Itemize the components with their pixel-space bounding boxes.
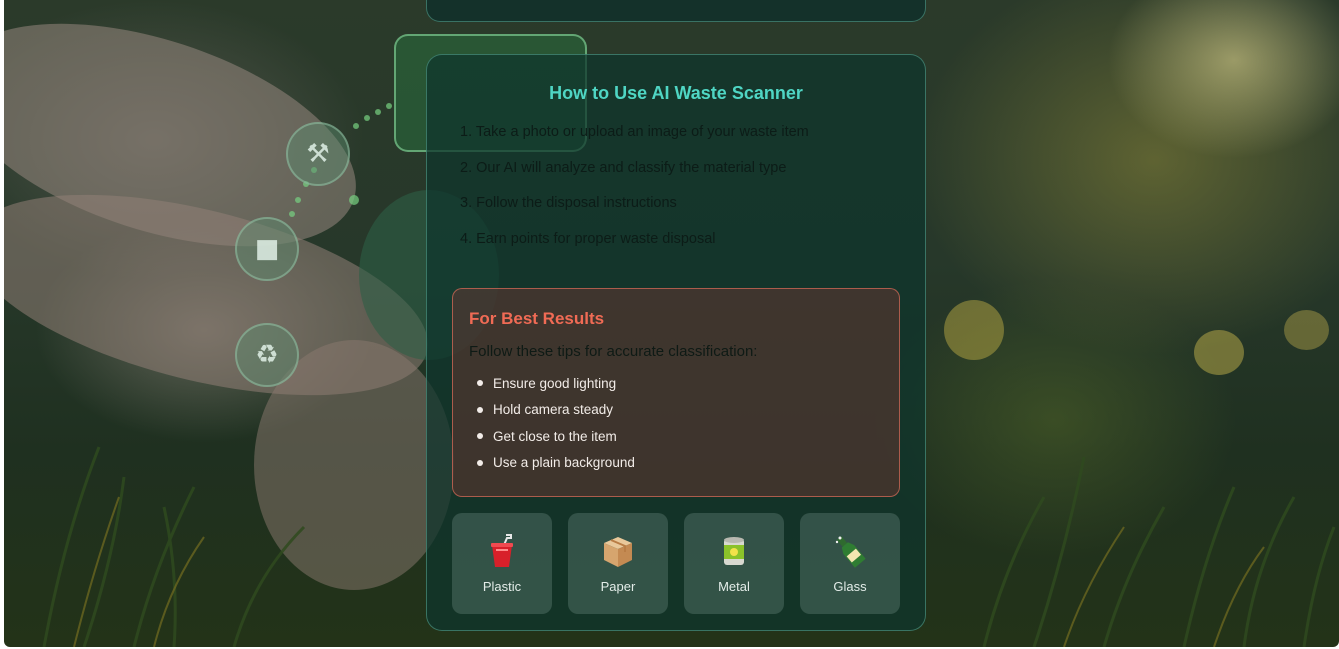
- material-label: Paper: [600, 579, 636, 594]
- material-label: Plastic: [482, 579, 522, 594]
- tip-item: Hold camera steady: [477, 397, 883, 424]
- tips-list: Ensure good lighting Hold camera steady …: [469, 370, 883, 476]
- material-types: Plastic Paper Metal Glass: [452, 513, 900, 614]
- bullet-icon: [477, 380, 483, 387]
- tip-item: Ensure good lighting: [477, 370, 883, 397]
- material-label: Glass: [833, 579, 867, 594]
- step-item: 3. Follow the disposal instructions: [460, 195, 677, 211]
- upload-panel: [426, 0, 926, 22]
- glass-bottle-icon: [835, 536, 866, 568]
- tip-item: Get close to the item: [477, 423, 883, 450]
- step-item: 1. Take a photo or upload an image of yo…: [460, 124, 809, 140]
- material-paper[interactable]: Paper: [568, 513, 668, 614]
- tip-item: Use a plain background: [477, 450, 883, 477]
- guide-title: How to Use AI Waste Scanner: [549, 83, 803, 103]
- tin-can-icon: [724, 537, 744, 565]
- bullet-icon: [477, 433, 483, 440]
- bokeh-light: [944, 300, 1004, 360]
- material-metal[interactable]: Metal: [684, 513, 784, 614]
- tip-text: Use a plain background: [493, 455, 635, 471]
- cardboard-box-icon: [604, 537, 632, 567]
- tip-text: Ensure good lighting: [493, 375, 617, 391]
- bokeh-light: [1194, 330, 1244, 375]
- tip-text: Hold camera steady: [493, 402, 614, 418]
- tips-title: For Best Results: [469, 309, 605, 328]
- material-glass[interactable]: Glass: [800, 513, 900, 614]
- material-label: Metal: [718, 579, 750, 594]
- tips-intro: Follow these tips for accurate classific…: [469, 343, 758, 360]
- steps-list: 1. Take a photo or upload an image of yo…: [452, 124, 900, 266]
- plastic-cup-icon: [491, 534, 513, 567]
- tools-icon: ⚒: [286, 122, 350, 186]
- factory-icon: ■: [235, 217, 299, 281]
- material-plastic[interactable]: Plastic: [452, 513, 552, 614]
- step-item: 2. Our AI will analyze and classify the …: [460, 159, 787, 176]
- bullet-icon: [477, 459, 483, 466]
- bokeh-light: [1284, 310, 1329, 350]
- how-to-use-card: How to Use AI Waste Scanner 1. Take a ph…: [426, 54, 926, 631]
- step-item: 4. Earn points for proper waste disposal: [460, 230, 716, 247]
- bullet-icon: [477, 406, 483, 413]
- tip-text: Get close to the item: [493, 428, 617, 444]
- best-results-panel: For Best Results Follow these tips for a…: [452, 288, 900, 497]
- recycle-bin-icon: ♻: [235, 323, 299, 387]
